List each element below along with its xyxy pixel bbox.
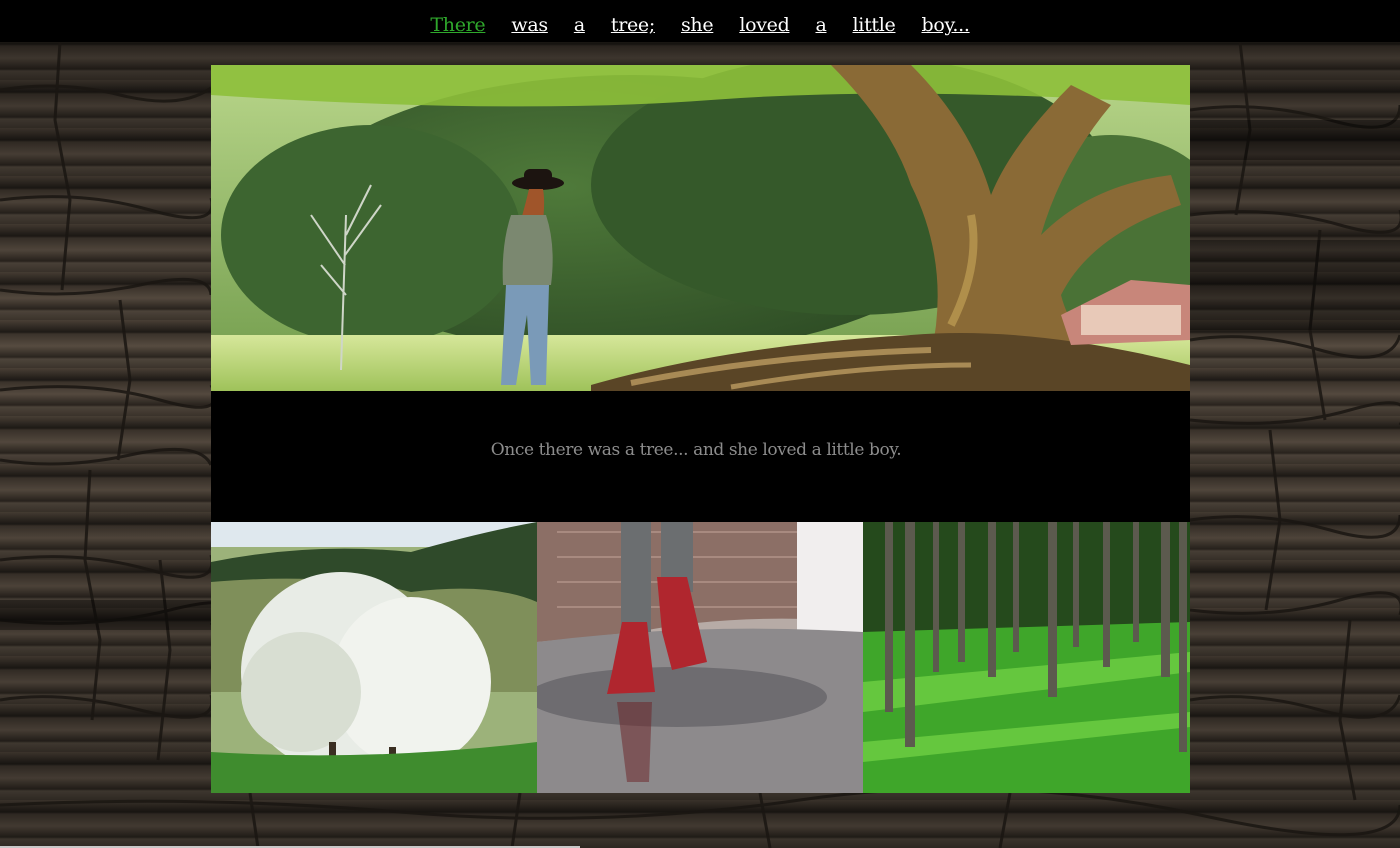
red-boots-illustration	[537, 522, 863, 793]
nav-link-a-2[interactable]: a	[815, 14, 826, 36]
nav-link-boy[interactable]: boy...	[921, 14, 969, 36]
content-panel: Once there was a tree... and she loved a…	[211, 65, 1190, 793]
gallery-image-blossom-tree[interactable]	[211, 522, 537, 793]
hero-illustration	[211, 65, 1190, 391]
caption-box: Once there was a tree... and she loved a…	[211, 391, 1190, 522]
gallery-image-palm-grove[interactable]	[863, 522, 1190, 793]
nav-link-a[interactable]: a	[574, 14, 585, 36]
nav-link-loved[interactable]: loved	[739, 14, 789, 36]
nav-link-tree[interactable]: tree;	[611, 14, 655, 36]
gallery-image-red-boots[interactable]	[537, 522, 863, 793]
nav-link-she[interactable]: she	[681, 14, 714, 36]
nav-link-was[interactable]: was	[511, 14, 548, 36]
story-caption: Once there was a tree... and she loved a…	[490, 440, 902, 460]
palm-grove-illustration	[863, 522, 1190, 793]
title-nav: There was a tree; she loved a little boy…	[0, 14, 1400, 36]
photo-gallery	[211, 522, 1190, 793]
top-bar: There was a tree; she loved a little boy…	[0, 0, 1400, 42]
nav-link-there[interactable]: There	[430, 14, 485, 36]
blossom-tree-illustration	[211, 522, 537, 793]
nav-link-little[interactable]: little	[853, 14, 896, 36]
hero-image-tree-walk	[211, 65, 1190, 391]
